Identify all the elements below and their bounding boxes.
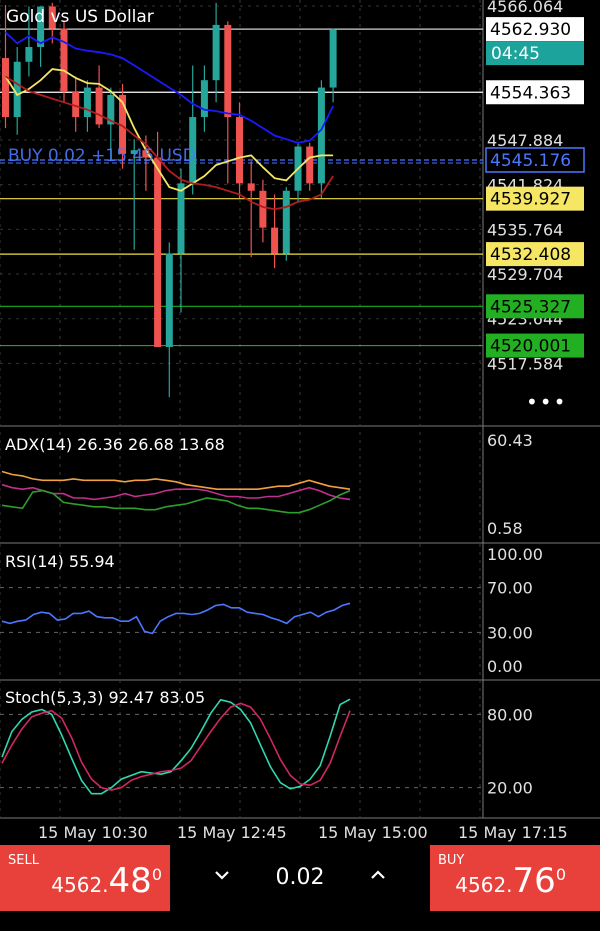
x-tick-label: 15 May 10:30 [38,823,148,842]
lot-selector: 0.02 [170,845,430,911]
indicator-series-line [1,483,351,501]
candle-body [165,253,173,348]
y-tick-label: 4529.704 [487,265,563,284]
indicator-series-line [1,489,351,514]
candle-body [224,24,232,118]
candle-body [329,29,337,88]
candle-body [247,183,255,191]
indicator-tick-label: 80.00 [487,705,533,724]
y-tick-label: 4547.884 [487,131,563,150]
candle-body [282,190,290,254]
indicator-tick-label: 30.00 [487,623,533,642]
stoch-title: Stoch(5,3,3) 92.47 83.05 [5,688,205,707]
indicator-tick-label: 100.00 [487,545,543,564]
adx-title: ADX(14) 26.36 26.68 13.68 [5,435,225,454]
indicator-tick-label: 0.58 [487,519,523,538]
y-tick-label: 4566.064 [487,0,563,16]
candle-body [306,146,314,184]
x-tick-label: 15 May 12:45 [177,823,287,842]
candle-body [177,183,185,254]
candle-body [317,87,325,184]
indicator-series-line [1,470,351,491]
price-label: 4545.176 [490,151,571,171]
sell-price: 4562.480 [51,861,162,901]
candle-body [25,47,33,62]
lot-size-value[interactable]: 0.02 [170,865,430,890]
price-label: 4520.001 [490,337,571,357]
price-label: 4525.327 [490,297,571,317]
more-options-icon[interactable]: ••• [526,390,567,414]
x-tick-label: 15 May 17:15 [458,823,568,842]
candle-body [212,24,220,81]
price-chart[interactable]: 4566.0644547.8844541.8244535.7644529.704… [0,0,600,845]
candle-body [200,80,208,118]
indicator-tick-label: 60.43 [487,431,533,450]
candle-body [154,157,162,348]
price-label: 4539.927 [490,190,571,210]
price-label: 4554.363 [490,83,571,103]
candle-body [60,28,68,92]
trade-bar: SELL 4562.480 0.02 BUY 4562.760 [0,845,600,931]
candle-body [259,190,267,228]
moving-average-line [5,75,334,211]
candle-body [83,87,91,118]
candle-body [95,87,103,125]
candle-body [72,91,80,118]
buy-price: 4562.760 [455,861,566,901]
candle-body [236,117,243,184]
sell-label: SELL [8,853,39,868]
price-label: 4562.930 [490,20,571,40]
buy-button[interactable]: BUY 4562.760 [430,845,600,911]
y-tick-label: 4535.764 [487,220,563,239]
candle-body [271,227,279,254]
indicator-tick-label: 20.00 [487,779,533,798]
indicator-series-line [1,602,351,635]
sell-button[interactable]: SELL 4562.480 [0,845,170,911]
moving-average-line [4,31,334,144]
position-label[interactable]: BUY 0.02 +15.45 USD [8,146,196,166]
candle-body [2,58,9,118]
countdown-label: 04:45 [491,44,540,64]
rsi-title: RSI(14) 55.94 [5,552,115,571]
indicator-tick-label: 0.00 [487,657,523,676]
x-tick-label: 15 May 15:00 [318,823,428,842]
indicator-tick-label: 70.00 [487,579,533,598]
chart-title: Gold vs US Dollar [6,7,154,27]
indicator-series-line [1,702,351,791]
price-label: 4532.408 [490,245,571,265]
chevron-up-icon[interactable] [366,863,390,887]
